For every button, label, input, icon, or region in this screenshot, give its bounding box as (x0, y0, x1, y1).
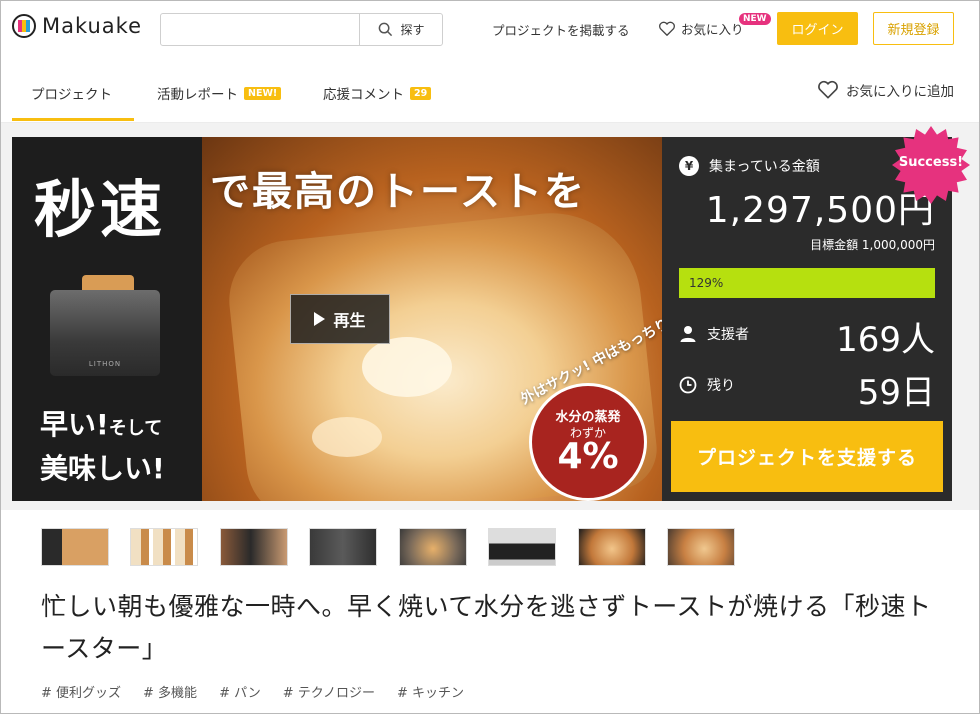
thumbnail-1[interactable] (41, 528, 109, 566)
favorites-label: お気に入り (681, 22, 744, 37)
tag-link[interactable]: # 便利グッズ (41, 682, 121, 701)
person-icon (680, 326, 696, 342)
clock-icon (679, 376, 697, 394)
success-badge: Success! (898, 155, 964, 170)
search-icon (379, 22, 393, 37)
tag-link[interactable]: # パン (219, 682, 261, 701)
site-header: Makuake 探す プロジェクトを掲載する お気に入り NEW ログイン 新規… (0, 0, 980, 58)
play-button[interactable]: 再生 (290, 294, 390, 344)
thumbnail-8[interactable] (667, 528, 735, 566)
search-input[interactable] (161, 14, 359, 45)
add-favorite-label: お気に入りに追加 (846, 84, 954, 100)
thumbnail-3[interactable] (220, 528, 288, 566)
thumbnail-7[interactable] (578, 528, 646, 566)
project-tabs: プロジェクト 活動レポート NEW! 応援コメント 29 お気に入りに追加 (0, 58, 980, 123)
collected-label: 集まっている金額 (709, 159, 820, 175)
thumbnail-4[interactable] (309, 528, 377, 566)
collected-label-row: ¥ 集まっている金額 (679, 156, 820, 176)
hero-title-rest: で最高のトーストを (210, 169, 586, 215)
play-icon (314, 312, 326, 326)
thumbnail-5[interactable] (399, 528, 467, 566)
heart-icon (659, 21, 675, 36)
tab-comments[interactable]: 応援コメント 29 (323, 83, 432, 103)
makuake-logo[interactable]: Makuake (12, 14, 142, 38)
add-favorite-button[interactable]: お気に入りに追加 (817, 80, 954, 100)
tag-link[interactable]: # 多機能 (143, 682, 197, 701)
toast-crumb (312, 417, 382, 457)
funding-progress-bar: 129% (679, 268, 935, 298)
thumbnail-strip (41, 528, 741, 568)
project-tags: # 便利グッズ # 多機能 # パン # テクノロジー # キッチン (41, 682, 464, 701)
makuake-logo-icon (12, 14, 36, 38)
play-label: 再生 (333, 311, 366, 330)
favorites-link[interactable]: お気に入り (658, 19, 744, 38)
post-project-link[interactable]: プロジェクトを掲載する (492, 20, 630, 39)
tab-active-indicator (12, 118, 134, 121)
toaster-brand: LITHON (88, 360, 122, 368)
supporters-label: 支援者 (707, 327, 749, 343)
thumbnail-2[interactable] (130, 528, 198, 566)
toaster-image: LITHON (50, 290, 160, 376)
heart-icon (818, 80, 838, 99)
caption-and: そして (108, 418, 163, 439)
toast-crumb (362, 337, 452, 397)
hero-title-big: 秒速 (34, 173, 167, 246)
project-title: 忙しい朝も優雅な一時へ。早く焼いて水分を逃さずトーストが焼ける「秒速トースター」 (41, 592, 932, 663)
tab-new-badge: NEW! (244, 86, 282, 100)
progress-label: 129% (689, 276, 724, 290)
search-button[interactable]: 探す (359, 14, 443, 45)
tab-comment-count-badge: 29 (410, 86, 432, 100)
tab-project-label: プロジェクト (31, 87, 112, 103)
remaining-row: 残り (679, 375, 735, 395)
caption-delicious: 美味しい! (40, 452, 165, 485)
search-button-label: 探す (400, 23, 425, 37)
tab-activity-report-label: 活動レポート (157, 87, 238, 103)
logo-text: Makuake (42, 14, 143, 38)
yen-icon: ¥ (679, 156, 699, 176)
moisture-badge: 水分の蒸発 わずか 4% (529, 383, 647, 501)
tag-link[interactable]: # キッチン (397, 682, 464, 701)
hero-video[interactable]: LITHON 秒速 で最高のトーストを 早い!そして 美味しい! 再生 外はサク… (12, 137, 662, 501)
remaining-value: 59日 (857, 373, 935, 413)
tab-activity-report[interactable]: 活動レポート NEW! (157, 83, 282, 103)
register-button[interactable]: 新規登録 (873, 12, 954, 45)
tab-comments-label: 応援コメント (323, 87, 404, 103)
supporters-row: 支援者 (679, 324, 749, 344)
supporters-value: 169人 (836, 320, 935, 360)
remaining-label: 残り (707, 378, 735, 394)
caption-fast: 早い! (40, 408, 109, 441)
support-project-button[interactable]: プロジェクトを支援する (671, 421, 943, 492)
tab-project[interactable]: プロジェクト (31, 83, 112, 103)
moisture-badge-value: 4% (557, 436, 619, 477)
favorites-new-badge: NEW (739, 13, 771, 25)
login-button[interactable]: ログイン (777, 12, 858, 45)
moisture-badge-line1: 水分の蒸発 (555, 410, 621, 425)
tag-link[interactable]: # テクノロジー (283, 682, 375, 701)
hero-caption: 早い!そして 美味しい! (40, 405, 165, 489)
goal-amount: 目標金額 1,000,000円 (810, 238, 935, 252)
thumbnail-6[interactable] (488, 528, 556, 566)
search-box: 探す (160, 13, 443, 46)
